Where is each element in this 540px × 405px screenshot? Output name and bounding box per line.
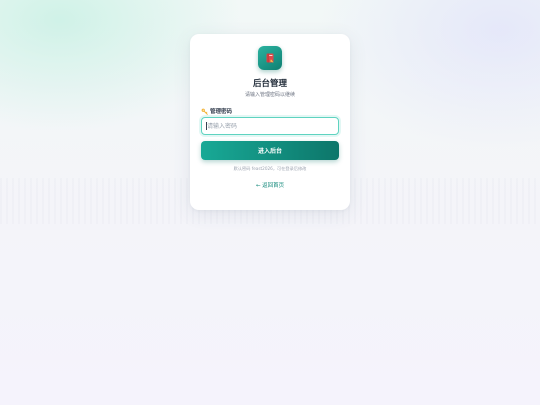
book-icon [264,49,276,68]
app-logo [258,46,282,70]
password-label: 管理密码 [201,107,232,115]
text-caret [206,122,207,130]
password-input[interactable] [201,117,339,135]
login-card: 后台管理 请输入管理密码以继续 管理密码 进入后台 默认密码 feast2026… [190,34,350,210]
page-title: 后台管理 [252,79,287,89]
password-label-text: 管理密码 [210,109,233,115]
back-to-home-link[interactable]: ← 返回首页 [190,181,350,189]
page-subtitle: 请输入管理密码以继续 [244,92,295,98]
key-icon [201,108,208,115]
enter-admin-button[interactable]: 进入后台 [201,141,339,160]
default-password-hint: 默认密码 feast2026，可在登录后修改 [233,166,307,171]
